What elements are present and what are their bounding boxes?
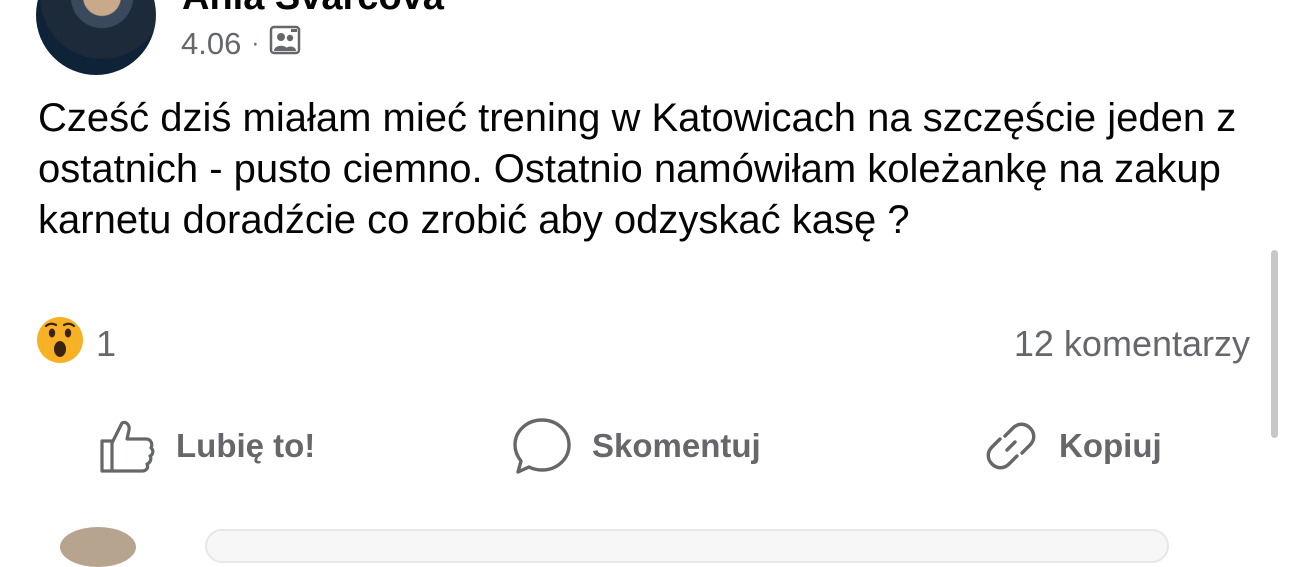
copy-button[interactable]: Kopiuj bbox=[983, 414, 1162, 478]
author-name[interactable]: Ania Svarcova bbox=[182, 0, 444, 19]
friends-group-icon[interactable] bbox=[269, 24, 301, 64]
wow-reaction-icon bbox=[36, 316, 84, 373]
author-avatar[interactable] bbox=[36, 0, 156, 75]
comment-bubble-icon bbox=[512, 416, 572, 476]
like-label: Lubię to! bbox=[176, 427, 316, 464]
post-text: Cześć dziś miałam mieć trening w Katowic… bbox=[38, 96, 1237, 242]
copy-label: Kopiuj bbox=[1059, 427, 1162, 464]
meta-separator: · bbox=[251, 30, 260, 57]
comments-count[interactable]: 12 komentarzy bbox=[1014, 320, 1250, 368]
comment-label: Skomentuj bbox=[592, 427, 761, 464]
post-meta: 4.06 · bbox=[181, 24, 301, 64]
thumbs-up-icon bbox=[98, 417, 156, 475]
post-date[interactable]: 4.06 bbox=[181, 26, 241, 62]
next-comment-bubble[interactable] bbox=[205, 529, 1169, 563]
next-comment-avatar[interactable] bbox=[60, 527, 136, 567]
reactions-summary[interactable]: 1 bbox=[36, 316, 117, 368]
scrollbar[interactable] bbox=[1271, 250, 1278, 438]
comment-button[interactable]: Skomentuj bbox=[512, 414, 761, 478]
like-button[interactable]: Lubię to! bbox=[98, 414, 315, 478]
reaction-count: 1 bbox=[96, 323, 117, 364]
link-icon bbox=[983, 418, 1039, 474]
